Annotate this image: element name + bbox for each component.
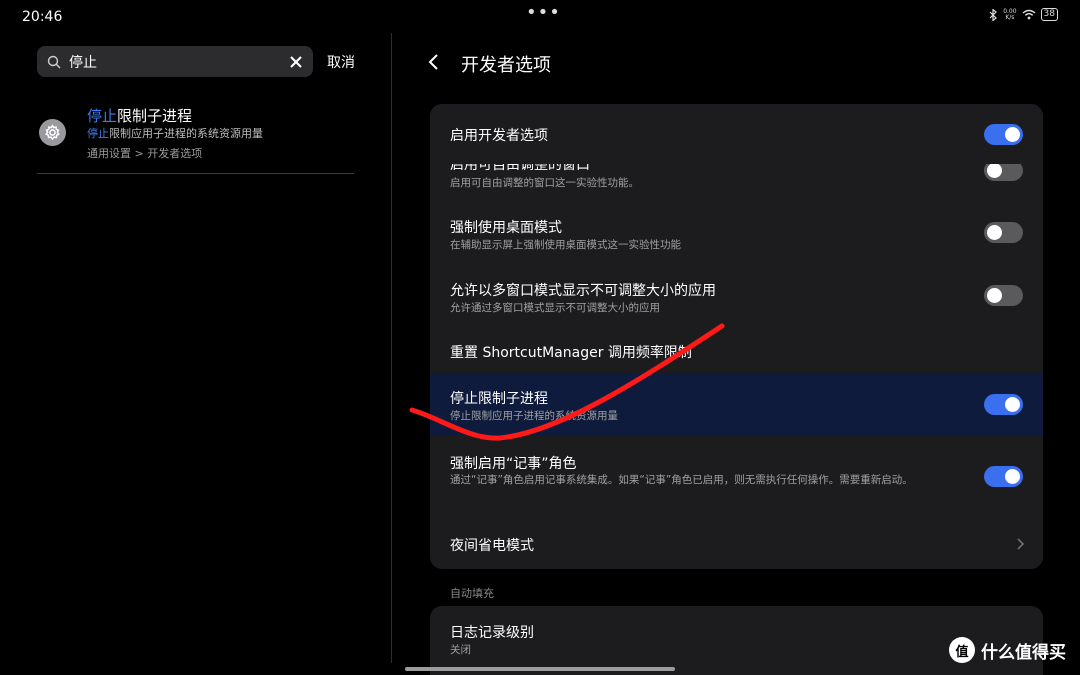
cancel-button[interactable]: 取消 — [327, 52, 355, 72]
pane-divider — [391, 33, 392, 663]
setting-stop-child[interactable]: 停止限制子进程 停止限制应用子进程的系统资源用量 — [430, 374, 1043, 436]
list-overlap-mask — [430, 148, 1043, 164]
screen: 20:46 ••• 0.00 K/s 38 停止 取消 停止限制子进程 停止限制… — [0, 0, 1080, 675]
page-title: 开发者选项 — [461, 55, 551, 76]
setting-multiwindow[interactable]: 允许以多窗口模式显示不可调整大小的应用 允许通过多窗口模式显示不可调整大小的应用 — [430, 268, 1043, 332]
watermark-logo: 值 — [949, 637, 975, 663]
result-path: 通用设置 > 开发者选项 — [87, 147, 203, 160]
search-input[interactable]: 停止 — [37, 46, 313, 77]
search-result-item[interactable]: 停止限制子进程 停止限制应用子进程的系统资源用量 通用设置 > 开发者选项 — [37, 100, 354, 174]
wifi-icon — [1022, 9, 1035, 20]
result-title: 停止限制子进程 — [87, 107, 193, 125]
enable-dev-backdrop: 启用开发者选项 — [430, 104, 1043, 150]
chevron-right-icon — [1017, 538, 1025, 550]
setting-notes-role[interactable]: 强制启用“记事”角色 通过“记事”角色启用记事系统集成。如果“记事”角色已启用，… — [430, 436, 1043, 520]
bluetooth-icon — [989, 8, 998, 21]
multiwindow-toggle[interactable] — [984, 285, 1023, 306]
result-subtitle: 停止限制应用子进程的系统资源用量 — [87, 127, 263, 140]
section-autofill: 自动填充 — [450, 587, 494, 600]
back-icon[interactable] — [427, 53, 441, 71]
status-time: 20:46 — [22, 9, 63, 25]
status-icons: 0.00 K/s 38 — [989, 8, 1058, 21]
desktop-mode-toggle[interactable] — [984, 222, 1023, 243]
home-indicator[interactable] — [405, 667, 675, 671]
setting-night-power[interactable]: 夜间省电模式 — [430, 520, 1043, 569]
search-icon — [47, 55, 61, 68]
notes-role-toggle[interactable] — [984, 466, 1023, 487]
search-query[interactable]: 停止 — [69, 52, 289, 72]
net-speed: 0.00 K/s — [1003, 7, 1017, 21]
multitask-dots[interactable]: ••• — [526, 2, 561, 23]
clear-icon[interactable] — [289, 55, 303, 69]
gear-icon — [39, 119, 66, 146]
battery-icon: 38 — [1040, 8, 1058, 21]
watermark: 值 什么值得买 — [949, 637, 1066, 663]
setting-desktop-mode[interactable]: 强制使用桌面模式 在辅助显示屏上强制使用桌面模式这一实验性功能 — [430, 204, 1043, 268]
setting-shortcut-reset[interactable]: 重置 ShortcutManager 调用频率限制 — [430, 332, 1043, 374]
stop-child-toggle[interactable] — [984, 394, 1023, 415]
watermark-text: 什么值得买 — [981, 642, 1066, 663]
developer-options-card: 启用开发者选项 启用可自由调整的窗口 启用可自由调整的窗口这一实验性功能。 启用… — [430, 104, 1043, 569]
